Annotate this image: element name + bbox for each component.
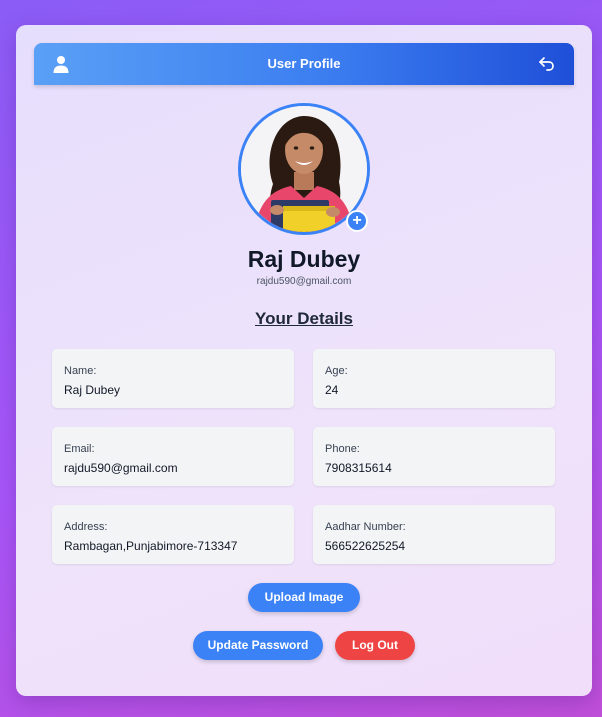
detail-card-email: Email: rajdu590@gmail.com (52, 427, 294, 486)
plus-icon: + (352, 212, 362, 229)
detail-label: Aadhar Number: (325, 521, 406, 533)
detail-label: Email: (64, 443, 95, 455)
logout-button[interactable]: Log Out (335, 631, 415, 660)
back-arrow-icon[interactable] (537, 54, 557, 74)
detail-label: Name: (64, 365, 97, 377)
upload-image-button[interactable]: Upload Image (248, 583, 360, 612)
detail-value: Raj Dubey (64, 383, 121, 397)
avatar-container: + (238, 103, 370, 235)
detail-value: 7908315614 (325, 461, 392, 475)
detail-value: Rambagan,Punjabimore-713347 (64, 539, 238, 553)
detail-card-age: Age: 24 (313, 349, 555, 408)
add-photo-button[interactable]: + (346, 210, 368, 232)
detail-card-address: Address: Rambagan,Punjabimore-713347 (52, 505, 294, 564)
detail-value: rajdu590@gmail.com (64, 461, 178, 475)
profile-name: Raj Dubey (247, 246, 361, 272)
detail-value: 566522625254 (325, 539, 406, 553)
detail-card-phone: Phone: 7908315614 (313, 427, 555, 486)
page-title: User Profile (267, 56, 341, 71)
profile-card: User Profile + Raj Dubey rajdu590@gmail.… (16, 25, 592, 696)
details-heading: Your Details (255, 309, 353, 328)
detail-card-name: Name: Raj Dubey (52, 349, 294, 408)
update-password-button[interactable]: Update Password (193, 631, 323, 660)
detail-value: 24 (325, 383, 339, 397)
profile-email: rajdu590@gmail.com (256, 276, 352, 287)
detail-label: Phone: (325, 443, 360, 455)
detail-label: Address: (64, 521, 108, 533)
detail-label: Age: (325, 365, 348, 377)
profile-header: User Profile (34, 43, 574, 85)
detail-card-aadhar: Aadhar Number: 566522625254 (313, 505, 555, 564)
